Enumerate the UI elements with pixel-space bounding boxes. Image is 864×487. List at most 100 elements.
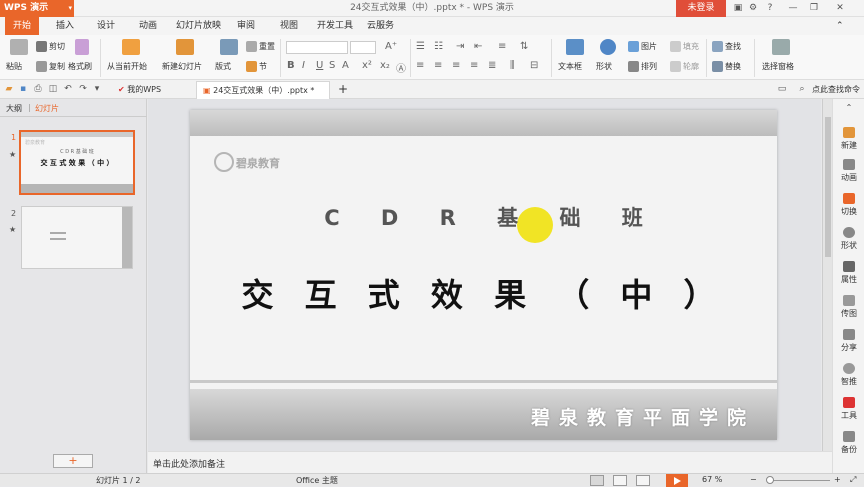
tab-outline[interactable]: 大纲 [6, 103, 22, 114]
columns-icon[interactable]: ⫼ [510, 60, 515, 71]
add-slide-button[interactable]: + [53, 454, 93, 468]
italic-icon[interactable]: I [302, 60, 305, 71]
reset-button[interactable]: 重置 [246, 41, 275, 52]
distribute-icon[interactable]: ≣ [488, 60, 496, 71]
vertical-scrollbar[interactable] [822, 99, 832, 451]
align-right-icon[interactable]: ≡ [452, 60, 460, 71]
menu-developer[interactable]: 开发工具 [317, 17, 353, 35]
sidebar-item-animation[interactable]: 动画 [833, 159, 864, 183]
slide-title[interactable]: 交 互 式 效 果 （ 中 ） [190, 270, 777, 316]
fit-window-icon[interactable]: ⤢ [850, 475, 856, 485]
collapse-ribbon-icon[interactable]: ⌃ [836, 17, 844, 35]
close-icon[interactable]: ✕ [834, 2, 846, 14]
font-color-icon[interactable]: A [342, 60, 349, 71]
search-icon[interactable]: ⌕ [797, 84, 807, 94]
new-slide-icon[interactable] [176, 39, 194, 55]
font-name-select[interactable] [286, 41, 348, 54]
window-icon[interactable]: ▭ [777, 84, 787, 94]
sidebar-item-backup[interactable]: 备份 [833, 431, 864, 455]
grow-font-icon[interactable]: A⁺ [385, 41, 397, 52]
save-icon[interactable]: ▪ [18, 84, 28, 94]
text-direction-icon[interactable]: ⇅ [520, 41, 528, 52]
menu-insert[interactable]: 插入 [56, 17, 74, 35]
zoom-out-icon[interactable]: − [750, 475, 757, 484]
paste-icon[interactable] [10, 39, 28, 55]
zoom-in-icon[interactable]: + [834, 475, 841, 484]
command-search[interactable]: 点此查找命令 [812, 84, 860, 95]
outline-button[interactable]: 轮廓 [670, 61, 699, 72]
menu-home[interactable]: 开始 [5, 17, 40, 35]
clear-format-icon[interactable]: Ⓐ [396, 60, 406, 75]
sidebar-item-upload[interactable]: 传图 [833, 295, 864, 319]
align-left-icon[interactable]: ≡ [416, 60, 424, 71]
align-center-icon[interactable]: ≡ [434, 60, 442, 71]
menu-design[interactable]: 设计 [97, 17, 115, 35]
line-spacing-icon[interactable]: ≡ [498, 41, 506, 52]
settings-icon[interactable]: ⚙ [747, 2, 759, 14]
zoom-level[interactable]: 67 % [702, 475, 722, 484]
from-current-button[interactable]: 从当前开始 [107, 61, 147, 72]
play-from-current-icon[interactable] [122, 39, 140, 55]
textbox-icon[interactable] [566, 39, 584, 55]
login-button[interactable]: 未登录 [676, 0, 726, 17]
wps-app-button[interactable]: WPS 演示 ▾ [0, 0, 74, 17]
notes-area[interactable]: 单击此处添加备注 [148, 451, 832, 473]
layout-button[interactable]: 版式 [215, 61, 231, 72]
sidebar-item-properties[interactable]: 属性 [833, 261, 864, 285]
sidebar-item-tools[interactable]: 工具 [833, 397, 864, 421]
new-tab-button[interactable]: + [332, 81, 348, 99]
sidebar-item-recommend[interactable]: 智推 [833, 363, 864, 387]
undo-icon[interactable]: ↶ [63, 84, 73, 94]
zoom-slider[interactable] [770, 480, 830, 481]
minimize-icon[interactable]: — [787, 2, 799, 14]
shape-icon[interactable] [600, 39, 616, 55]
format-painter-button[interactable]: 格式刷 [68, 61, 92, 72]
play-button[interactable] [666, 474, 688, 487]
slide-subtitle[interactable]: C D R 基 础 班 [190, 202, 777, 232]
tab-my-wps[interactable]: ✔ 我的WPS [112, 81, 196, 99]
format-painter-icon[interactable] [75, 39, 89, 55]
sidebar-item-share[interactable]: 分享 [833, 329, 864, 353]
sidebar-item-shape[interactable]: 形状 [833, 227, 864, 251]
shape-button[interactable]: 形状 [596, 61, 612, 72]
numbering-icon[interactable]: ☷ [434, 41, 443, 52]
help-icon[interactable]: ? [764, 2, 776, 14]
menu-cloud[interactable]: 云服务 [367, 17, 394, 35]
copy-button[interactable]: 复制 [36, 61, 65, 72]
sidebar-item-new[interactable]: 新建 [833, 127, 864, 151]
slide-editor[interactable]: 碧泉教育 C D R 基 础 班 交 互 式 效 果 （ 中 ） 碧泉教育平面学… [190, 110, 777, 440]
zoom-slider-handle[interactable] [766, 476, 774, 484]
open-icon[interactable]: ▰ [4, 84, 14, 94]
menu-slideshow[interactable]: 幻灯片放映 [176, 17, 221, 35]
new-slide-button[interactable]: 新建幻灯片 [162, 61, 202, 72]
subscript-icon[interactable]: x₂ [380, 60, 390, 71]
preview-icon[interactable]: ◫ [48, 84, 58, 94]
arrange-button[interactable]: 排列 [628, 61, 657, 72]
outdent-icon[interactable]: ⇤ [474, 41, 482, 52]
section-button[interactable]: 节 [246, 61, 267, 72]
slide-thumbnail-1[interactable]: 碧泉教育 C D R 基 础 班 交 互 式 效 果 （ 中 ） [19, 130, 135, 195]
find-button[interactable]: 查找 [712, 41, 741, 52]
align-text-icon[interactable]: ⊟ [530, 60, 538, 71]
layout-icon[interactable] [220, 39, 238, 55]
sidebar-item-transition[interactable]: 切换 [833, 193, 864, 217]
select-pane-icon[interactable] [772, 39, 790, 55]
cut-button[interactable]: 剪切 [36, 41, 65, 52]
normal-view-button[interactable] [590, 475, 604, 486]
paste-button[interactable]: 粘贴 [6, 61, 22, 72]
menu-review[interactable]: 审阅 [237, 17, 255, 35]
picture-button[interactable]: 图片 [628, 41, 657, 52]
skin-icon[interactable]: ▣ [732, 2, 744, 14]
slide-thumbnail-2[interactable] [21, 206, 133, 269]
scroll-thumb[interactable] [825, 117, 831, 257]
print-icon[interactable]: ⎙ [33, 84, 43, 94]
fill-button[interactable]: 填充 [670, 41, 699, 52]
font-size-select[interactable] [350, 41, 376, 54]
replace-button[interactable]: 替换 [712, 61, 741, 72]
superscript-icon[interactable]: x² [362, 60, 372, 71]
reading-view-button[interactable] [636, 475, 650, 486]
bold-icon[interactable]: B [287, 60, 295, 71]
tab-slides[interactable]: 幻灯片 [35, 103, 59, 114]
restore-icon[interactable]: ❐ [808, 2, 820, 14]
more-icon[interactable]: ▾ [92, 84, 102, 94]
